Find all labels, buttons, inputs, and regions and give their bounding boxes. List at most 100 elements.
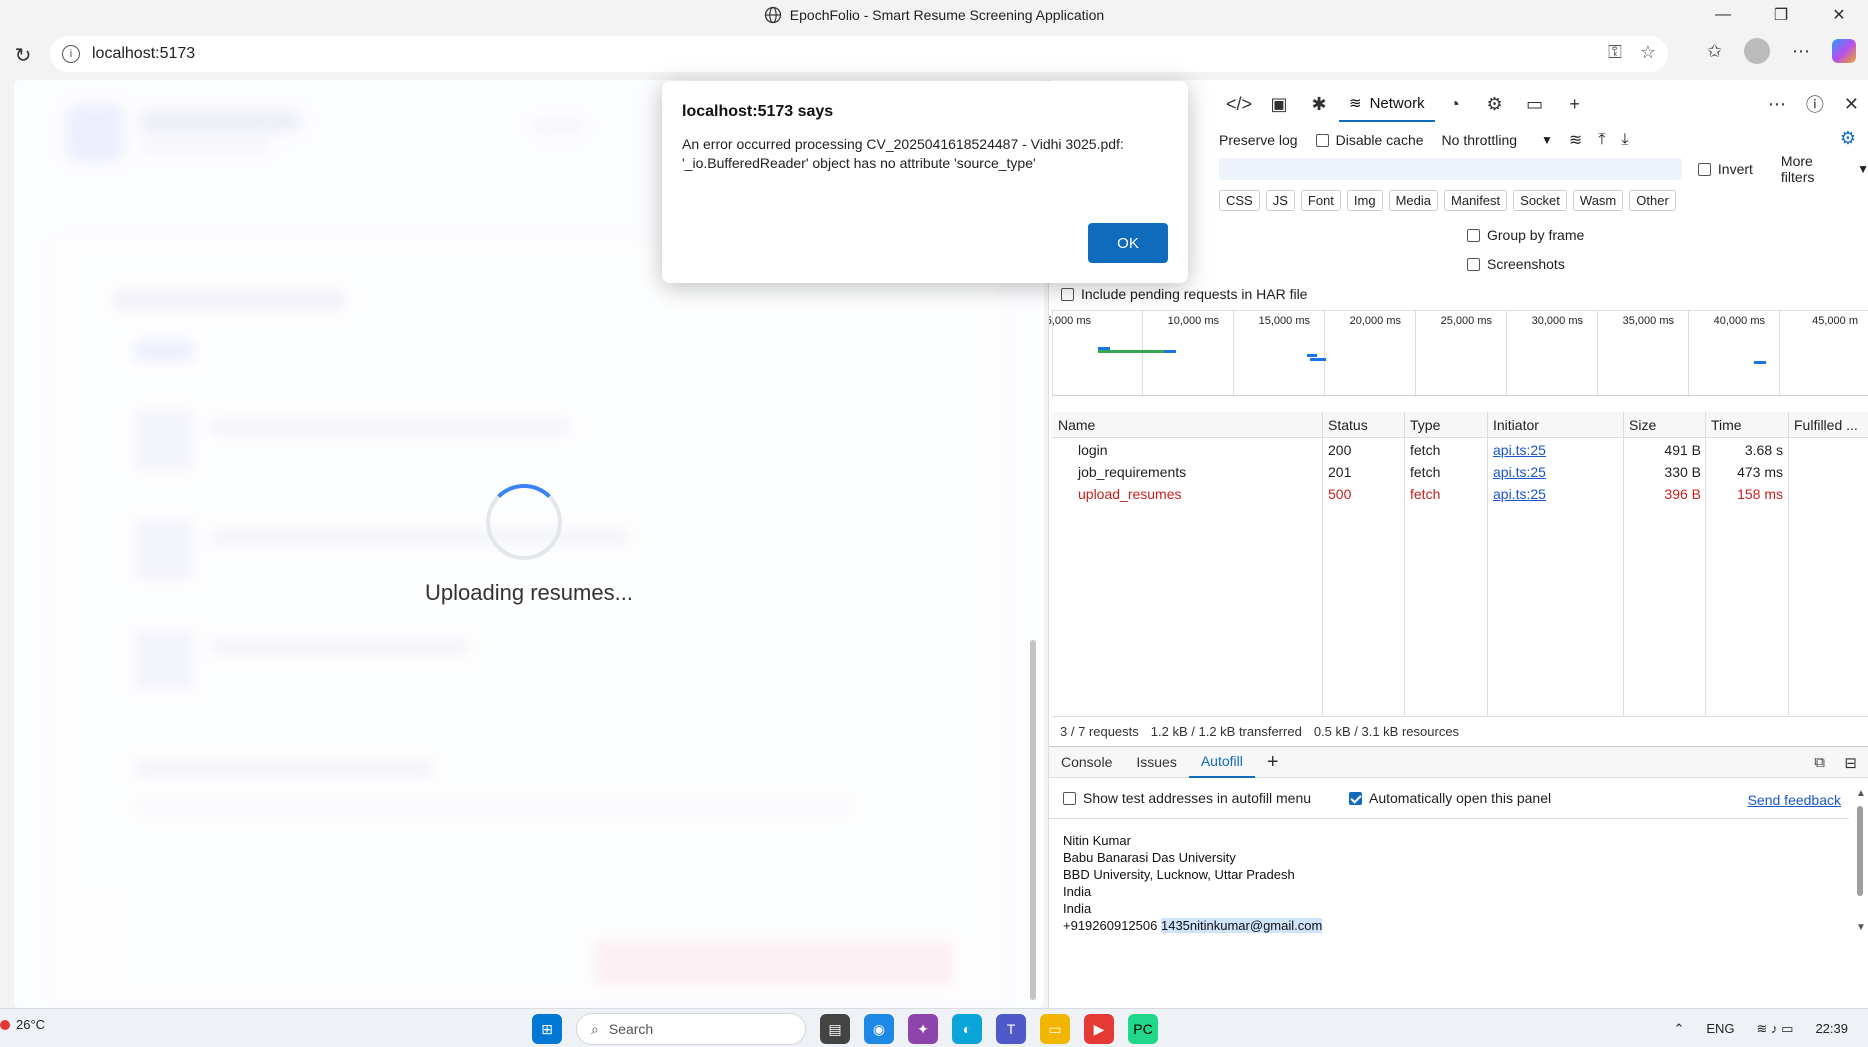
clock[interactable]: 22:39 — [1815, 1021, 1848, 1036]
screenshots-checkbox[interactable] — [1467, 257, 1480, 271]
reload-icon[interactable]: ↻ — [8, 40, 38, 70]
add-tab-icon[interactable]: + — [1555, 86, 1595, 122]
debugger-bug-icon[interactable]: ✱ — [1299, 86, 1339, 122]
column-header-size[interactable]: Size — [1629, 417, 1656, 433]
help-icon[interactable]: ⓘ — [1806, 91, 1824, 117]
scroll-up-icon[interactable]: ▲ — [1856, 788, 1866, 799]
ok-button[interactable]: OK — [1088, 223, 1168, 263]
network-conditions-icon[interactable]: ≋ — [1569, 130, 1582, 150]
console-error-icon[interactable]: ▣ — [1259, 86, 1299, 122]
network-tray-icon[interactable]: ≋ ♪ ▭ — [1757, 1021, 1794, 1037]
request-name-error[interactable]: upload_resumes — [1078, 486, 1182, 502]
filter-chip-img[interactable]: Img — [1346, 190, 1383, 211]
copilot-app-icon[interactable]: ✦ — [908, 1014, 938, 1044]
filter-chip-wasm[interactable]: Wasm — [1572, 190, 1624, 211]
youtube-icon[interactable]: ▶ — [1084, 1014, 1114, 1044]
close-drawer-icon[interactable]: ⊟ — [1844, 754, 1857, 772]
filter-chip-manifest[interactable]: Manifest — [1444, 190, 1508, 211]
performance-icon[interactable]: ◔ — [1435, 86, 1475, 122]
tray-overflow-icon[interactable]: ⌃ — [1673, 1021, 1684, 1037]
language-indicator[interactable]: ENG — [1706, 1021, 1734, 1036]
site-info-icon[interactable]: i — [62, 45, 80, 63]
teams-icon[interactable]: T — [996, 1014, 1026, 1044]
more-menu-icon[interactable]: ⋯ — [1792, 41, 1810, 62]
throttling-select[interactable]: No throttling — [1442, 132, 1517, 148]
filter-chip-js[interactable]: JS — [1265, 190, 1295, 211]
request-name[interactable]: login — [1078, 442, 1108, 458]
column-header-initiator[interactable]: Initiator — [1493, 417, 1539, 433]
taskbar-search[interactable]: ⌕ Search — [576, 1013, 806, 1045]
scroll-thumb[interactable] — [1857, 806, 1863, 896]
preserve-log-label[interactable]: Preserve log — [1219, 132, 1298, 148]
show-test-addresses-label[interactable]: Show test addresses in autofill menu — [1083, 790, 1311, 806]
disable-cache-checkbox[interactable] — [1315, 133, 1329, 147]
application-icon[interactable]: ▭ — [1515, 86, 1555, 122]
settings-gear-icon[interactable]: ⚙ — [1475, 86, 1515, 122]
tab-console[interactable]: Console — [1049, 746, 1124, 778]
include-pending-label[interactable]: Include pending requests in HAR file — [1081, 286, 1307, 302]
request-initiator-link[interactable]: api.ts:25 — [1493, 464, 1546, 480]
include-pending-checkbox[interactable] — [1061, 287, 1074, 301]
restore-button[interactable]: ❐ — [1752, 0, 1810, 30]
filter-chip-socket[interactable]: Socket — [1513, 190, 1567, 211]
more-tools-icon[interactable]: ⋯ — [1768, 94, 1786, 115]
close-devtools-icon[interactable]: ✕ — [1844, 94, 1859, 115]
export-har-icon[interactable]: ⤓ — [1621, 131, 1628, 149]
page-scrollbar[interactable] — [1030, 640, 1036, 1000]
filter-chip-other[interactable]: Other — [1629, 190, 1676, 211]
autofill-scrollbar[interactable]: ▲ ▼ — [1855, 788, 1866, 938]
more-filters-button[interactable]: More filters — [1781, 153, 1849, 185]
weather-widget[interactable]: 26°C — [0, 1017, 45, 1032]
request-initiator-link[interactable]: api.ts:25 — [1493, 486, 1546, 502]
column-header-time[interactable]: Time — [1711, 417, 1742, 433]
filter-chip-css[interactable]: CSS — [1219, 190, 1260, 211]
group-by-frame-label[interactable]: Group by frame — [1487, 227, 1584, 243]
screenshots-label[interactable]: Screenshots — [1487, 256, 1565, 272]
url-text[interactable]: localhost:5173 — [92, 45, 195, 63]
column-header-status[interactable]: Status — [1328, 417, 1368, 433]
close-window-button[interactable]: ✕ — [1810, 0, 1868, 30]
filter-input[interactable] — [1219, 158, 1683, 180]
dock-panel-icon[interactable]: ⧉ — [1814, 754, 1825, 771]
show-test-addresses-checkbox[interactable] — [1063, 791, 1076, 805]
chrome-icon[interactable]: ◉ — [864, 1014, 894, 1044]
key-icon[interactable]: ⚿ — [1608, 42, 1622, 63]
favorites-icon[interactable]: ✩ — [1707, 41, 1722, 62]
minimize-button[interactable]: — — [1694, 0, 1752, 30]
request-name[interactable]: job_requirements — [1078, 464, 1186, 480]
network-settings-gear-icon[interactable]: ⚙ — [1840, 128, 1856, 149]
pycharm-icon[interactable]: PC — [1128, 1014, 1158, 1044]
filter-chip-font[interactable]: Font — [1300, 190, 1341, 211]
column-header-name[interactable]: Name — [1058, 417, 1095, 433]
sources-code-icon[interactable]: </> — [1219, 86, 1259, 122]
favorite-star-icon[interactable]: ☆ — [1640, 42, 1656, 63]
import-har-icon[interactable]: ⤒ — [1598, 131, 1605, 149]
group-by-frame-checkbox[interactable] — [1467, 228, 1480, 242]
task-view-icon[interactable]: ▤ — [820, 1014, 850, 1044]
edge-icon[interactable]: ◐ — [952, 1014, 982, 1044]
column-header-type[interactable]: Type — [1410, 417, 1440, 433]
disable-cache-label[interactable]: Disable cache — [1336, 132, 1424, 148]
tab-network[interactable]: ≋ Network — [1339, 86, 1435, 122]
auto-open-label[interactable]: Automatically open this panel — [1369, 790, 1551, 806]
send-feedback-link[interactable]: Send feedback — [1748, 792, 1841, 808]
chevron-down-icon[interactable]: ▼ — [1857, 162, 1868, 176]
tab-autofill[interactable]: Autofill — [1188, 746, 1255, 778]
address-bar[interactable]: i localhost:5173 ⚿ ☆ — [50, 36, 1668, 72]
profile-avatar[interactable] — [1744, 38, 1770, 64]
scroll-down-icon[interactable]: ▼ — [1856, 922, 1866, 933]
file-explorer-icon[interactable]: ▭ — [1040, 1014, 1070, 1044]
column-header-fulfilled[interactable]: Fulfilled ... — [1794, 417, 1858, 433]
auto-open-checkbox[interactable] — [1349, 791, 1362, 805]
copilot-icon[interactable] — [1832, 39, 1856, 63]
tab-issues[interactable]: Issues — [1124, 746, 1188, 778]
invert-checkbox[interactable] — [1698, 162, 1711, 176]
request-initiator-link[interactable]: api.ts:25 — [1493, 442, 1546, 458]
network-overview-timeline[interactable]: 5,000 ms 10,000 ms 15,000 ms 20,000 ms 2… — [1049, 310, 1868, 397]
add-drawer-tab-icon[interactable]: + — [1255, 746, 1291, 778]
chevron-down-icon[interactable]: ▼ — [1541, 133, 1553, 147]
window-title: EpochFolio - Smart Resume Screening Appl… — [764, 6, 1104, 24]
filter-chip-media[interactable]: Media — [1388, 190, 1439, 211]
invert-label[interactable]: Invert — [1718, 161, 1753, 177]
start-menu-icon[interactable]: ⊞ — [532, 1014, 562, 1044]
